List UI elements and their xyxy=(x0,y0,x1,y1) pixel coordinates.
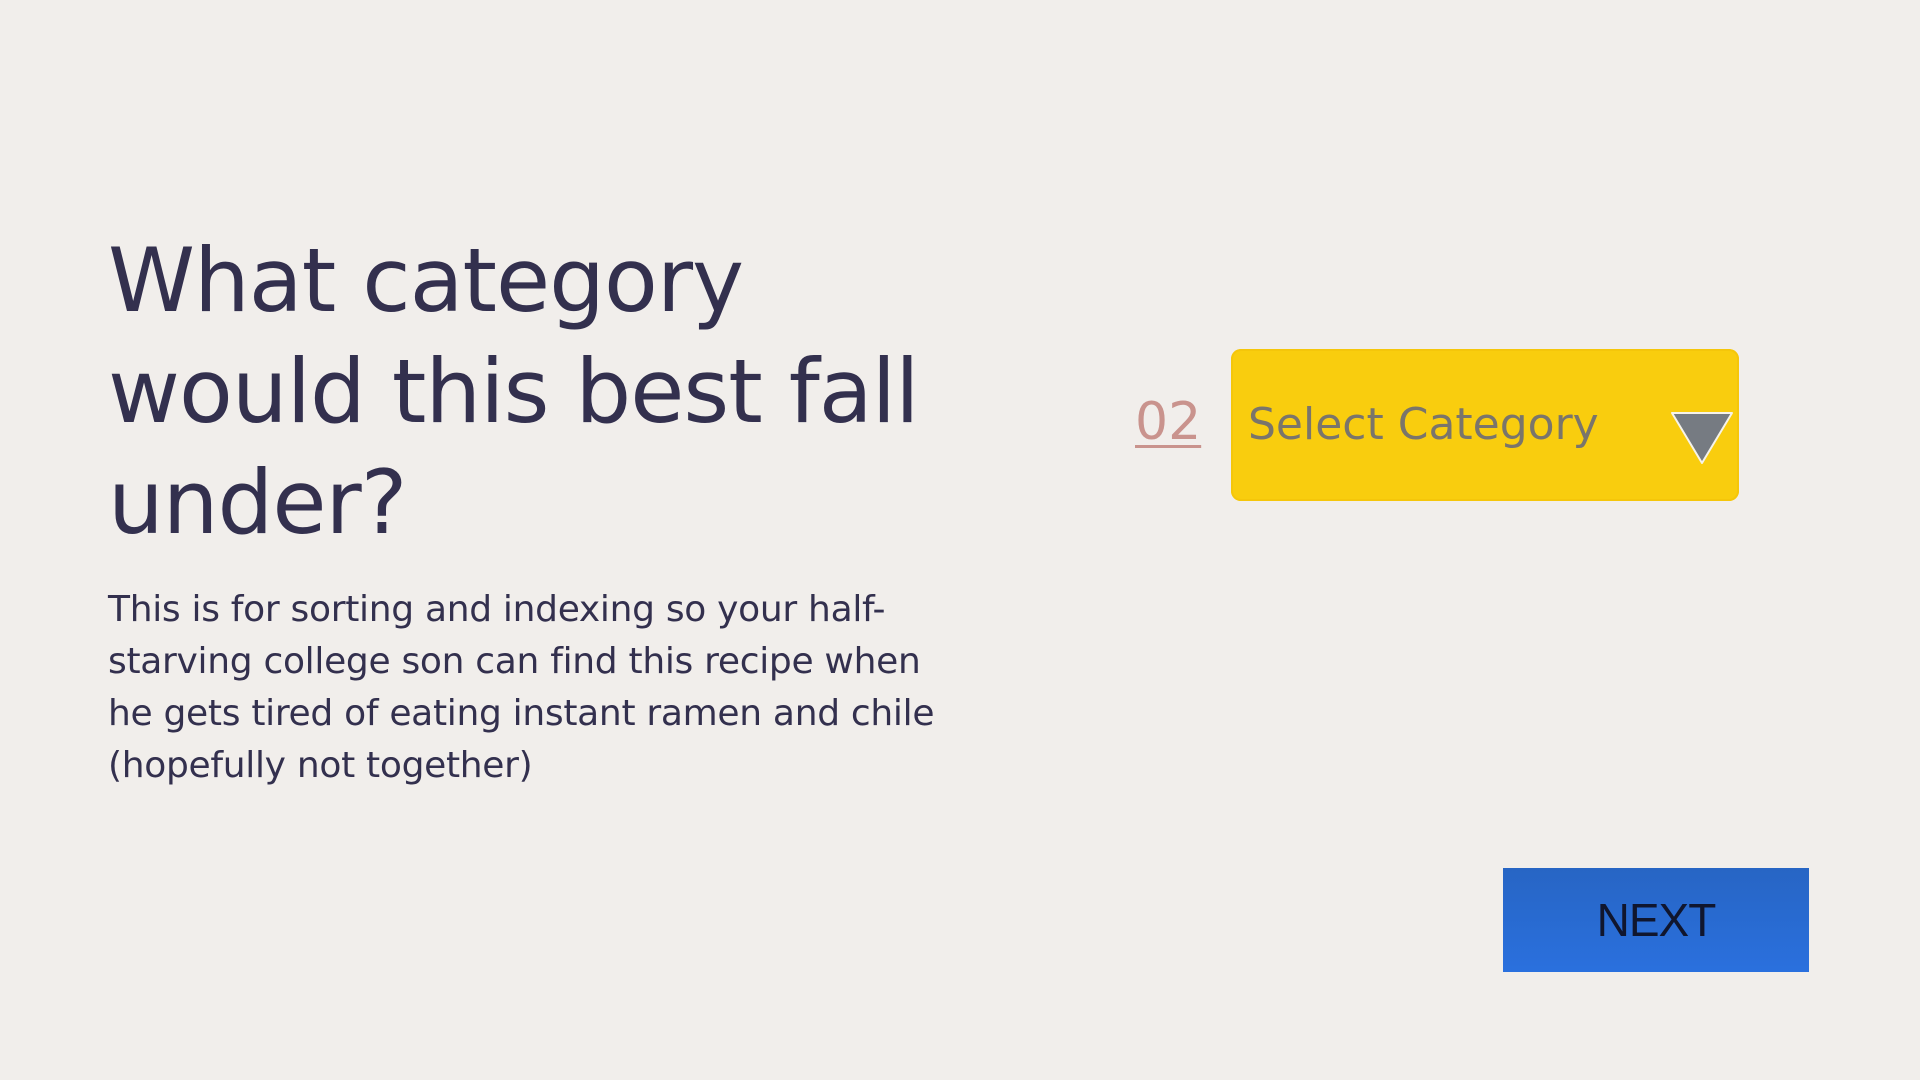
triangle-down-icon xyxy=(1671,412,1733,464)
page: What category would this best fall under… xyxy=(0,0,1920,1080)
category-dropdown-label: Select Category xyxy=(1248,399,1599,450)
step-number-link[interactable]: 02 xyxy=(1135,392,1201,452)
question-description: This is for sorting and indexing so your… xyxy=(108,589,935,786)
next-button[interactable]: NEXT xyxy=(1503,868,1809,972)
category-dropdown[interactable]: Select Category xyxy=(1231,349,1739,501)
next-button-label: NEXT xyxy=(1596,894,1717,946)
question-heading: What category would this best fall under… xyxy=(108,229,920,554)
